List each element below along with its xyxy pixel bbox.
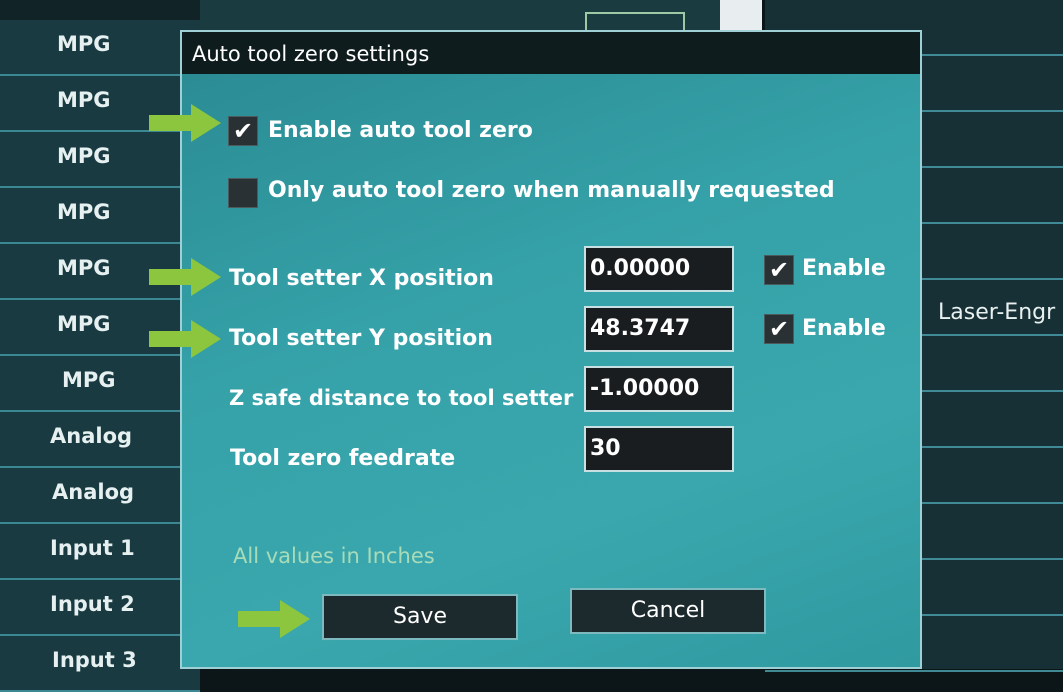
units-note: All values in Inches bbox=[233, 544, 435, 568]
bg-row-label: Input 2 bbox=[50, 592, 135, 616]
annotation-arrow-icon bbox=[238, 600, 310, 638]
feedrate-input[interactable]: 30 bbox=[584, 426, 734, 472]
bg-row-label: MPG bbox=[57, 256, 111, 280]
z-safe-label: Z safe distance to tool setter bbox=[229, 386, 574, 410]
enable-auto-tool-zero-label: Enable auto tool zero bbox=[268, 118, 533, 143]
dialog-title: Auto tool zero settings bbox=[182, 32, 920, 74]
bg-row-7: MPG bbox=[0, 356, 200, 412]
annotation-arrow-icon bbox=[149, 104, 221, 142]
annotation-arrow-icon bbox=[149, 320, 221, 358]
y-enable-label: Enable bbox=[802, 316, 886, 341]
bg-row-9: Analog bbox=[0, 468, 200, 524]
bg-row-label: MPG bbox=[57, 88, 111, 112]
enable-auto-tool-zero-checkbox[interactable]: ✔ bbox=[228, 116, 258, 146]
bg-row-1: MPG bbox=[0, 20, 200, 76]
bg-row-12: Input 3 bbox=[0, 636, 200, 692]
x-enable-label: Enable bbox=[802, 256, 886, 281]
bg-row-8: Analog bbox=[0, 412, 200, 468]
background-right-label: Laser-Engr bbox=[938, 300, 1056, 325]
bg-row-label: MPG bbox=[57, 144, 111, 168]
bg-row-label: MPG bbox=[57, 312, 111, 336]
only-manual-checkbox[interactable] bbox=[228, 178, 258, 208]
y-position-label: Tool setter Y position bbox=[229, 326, 493, 351]
bg-row-11: Input 2 bbox=[0, 580, 200, 636]
bg-row-label: Analog bbox=[52, 480, 135, 504]
background-light-block bbox=[720, 0, 762, 30]
bg-row-4: MPG bbox=[0, 188, 200, 244]
feedrate-label: Tool zero feedrate bbox=[230, 446, 456, 471]
bg-row-label: MPG bbox=[57, 32, 111, 56]
y-enable-checkbox[interactable]: ✔ bbox=[764, 314, 794, 344]
bg-row-label: MPG bbox=[57, 200, 111, 224]
only-manual-label: Only auto tool zero when manually reques… bbox=[268, 178, 835, 203]
z-safe-input[interactable]: -1.00000 bbox=[584, 366, 734, 412]
bg-row-label: Input 1 bbox=[50, 536, 135, 560]
y-position-input[interactable]: 48.3747 bbox=[584, 306, 734, 352]
x-enable-checkbox[interactable]: ✔ bbox=[764, 255, 794, 285]
bg-row-label: MPG bbox=[62, 368, 116, 392]
save-button[interactable]: Save bbox=[322, 594, 518, 640]
bg-row-label: Analog bbox=[50, 424, 133, 448]
annotation-arrow-icon bbox=[149, 258, 221, 296]
bg-row-10: Input 1 bbox=[0, 524, 200, 580]
cancel-button[interactable]: Cancel bbox=[570, 588, 766, 634]
x-position-label: Tool setter X position bbox=[229, 266, 494, 291]
x-position-input[interactable]: 0.00000 bbox=[584, 246, 734, 292]
auto-tool-zero-dialog: Auto tool zero settings ✔ Enable auto to… bbox=[180, 30, 922, 669]
bg-row-label: Input 3 bbox=[52, 648, 137, 672]
